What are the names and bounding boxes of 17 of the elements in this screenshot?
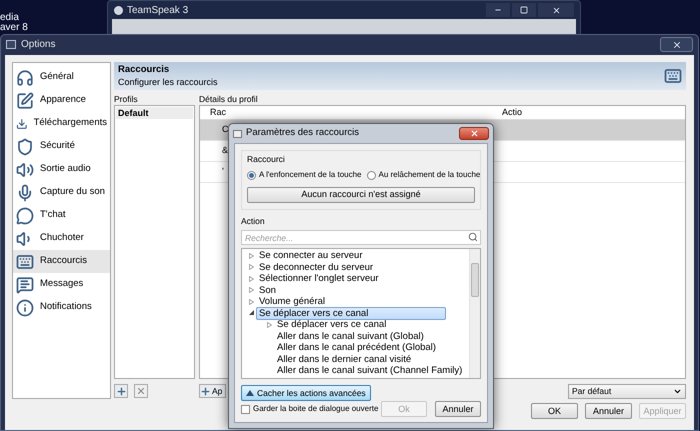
checkbox-label: Garder la boite de dialogue ouverte (253, 403, 378, 415)
dialog-title: Paramètres des raccourcis (246, 126, 359, 140)
section-subtitle: Configurer les raccourcis (118, 76, 218, 88)
window-title: TeamSpeak 3 (127, 4, 188, 18)
desktop-icon-label: edia (0, 13, 20, 23)
table-cell-text: C (222, 123, 228, 136)
section-title: Raccourcis (118, 64, 170, 76)
group-label: Action (241, 215, 266, 227)
table-cell-text: & (222, 144, 228, 158)
radio-label: Au relâchement de la touche (378, 169, 480, 181)
radio-label: A l'enfoncement de la touche (259, 169, 362, 181)
panel-label: Profils (114, 93, 139, 105)
group-label: Raccourci (247, 153, 286, 165)
table-cell-text: ' (222, 165, 224, 178)
desktop-icon-label: aver 8 (0, 23, 28, 33)
window-title: Options (21, 38, 56, 52)
panel-label: Détails du profil (199, 93, 259, 105)
